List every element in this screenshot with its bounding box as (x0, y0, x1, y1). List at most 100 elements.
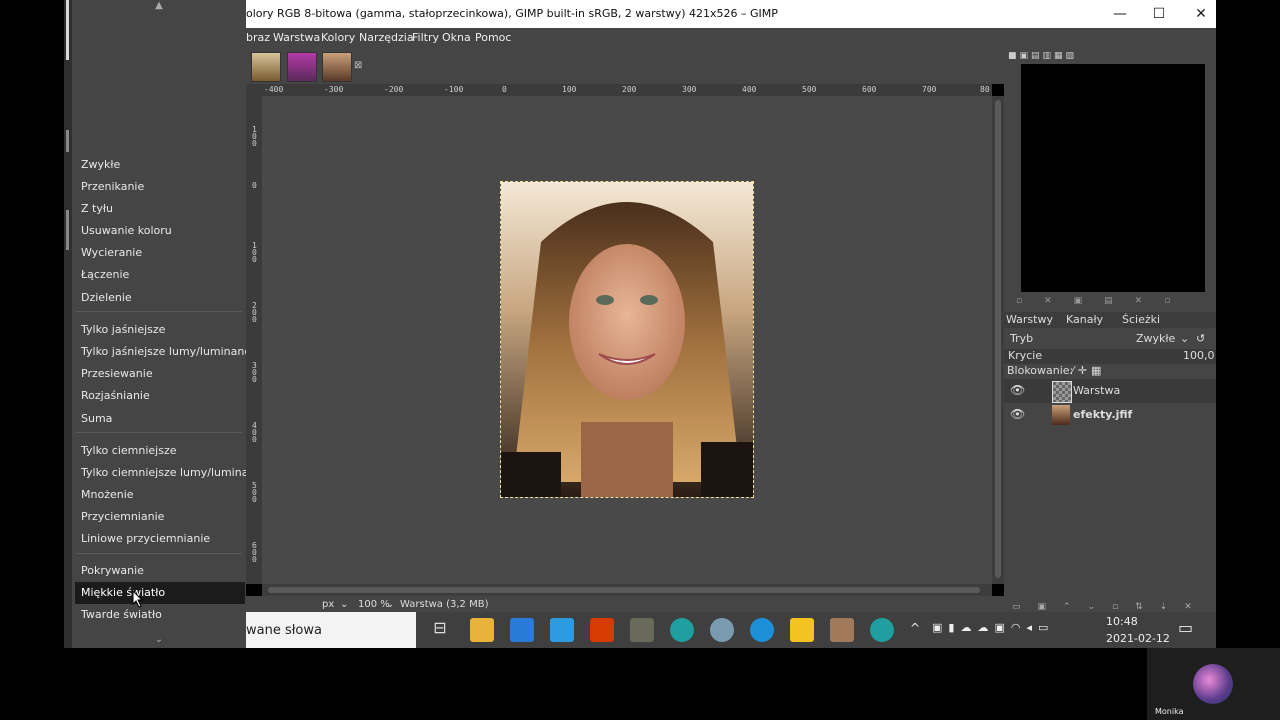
menu-tools[interactable]: Narzędzia (359, 31, 414, 44)
blend-item[interactable]: Dzielenie (75, 287, 245, 309)
window-title: olory RGB 8-bitowa (gamma, stałoprzecink… (246, 7, 778, 20)
blend-item[interactable]: Tylko ciemniejsze (75, 440, 245, 462)
close-button[interactable]: ✕ (1181, 4, 1221, 24)
image-tab-thumbnail[interactable] (251, 52, 281, 82)
edge-icon[interactable] (670, 618, 694, 642)
channels-tab[interactable]: Kanały (1066, 313, 1103, 326)
blend-item[interactable]: Tylko ciemniejsze lumy/luminancji (75, 462, 268, 484)
blend-item[interactable]: Zwykłe (75, 154, 245, 176)
menu-colors[interactable]: Kolory (321, 31, 355, 44)
menu-bar: braz Warstwa Kolory Narzędzia Filtry Okn… (246, 28, 1216, 48)
menu-windows[interactable]: Okna (442, 31, 471, 44)
gimp-icon[interactable] (630, 618, 654, 642)
app-icon[interactable] (710, 618, 734, 642)
edge-marker (66, 210, 69, 250)
blend-item[interactable]: Usuwanie koloru (75, 220, 245, 242)
chevron-down-icon[interactable]: ⌄ (1180, 332, 1189, 345)
eye-icon[interactable]: 👁 (1010, 383, 1025, 397)
blend-item[interactable]: Przenikanie (75, 176, 245, 198)
close-tab-icon[interactable]: ⊠ (354, 60, 362, 71)
clock-date[interactable]: 2021-02-12 (1106, 632, 1170, 645)
scroll-thumb[interactable] (268, 587, 980, 593)
chevron-down-icon[interactable]: ⌄ (340, 599, 348, 610)
blend-item[interactable]: Twarde światło (75, 604, 245, 626)
dock-tab-icons[interactable]: ■▣▤▥▦▧ (1008, 51, 1077, 61)
scroll-thumb[interactable] (66, 0, 69, 60)
store-icon[interactable] (510, 618, 534, 642)
blend-item[interactable]: Łączenie (75, 264, 245, 286)
ruler-label: 1 0 0 (252, 241, 257, 264)
blend-item[interactable]: Tylko jaśniejsze lumy/luminancji (75, 341, 257, 363)
minimize-button[interactable]: — (1100, 4, 1140, 24)
menu-image[interactable]: braz (246, 31, 270, 44)
preview-toolbar-icons[interactable]: ▫✕▣▤✕▫ (1016, 296, 1208, 306)
opacity-row[interactable]: Krycie 100,0 (1004, 349, 1216, 364)
menu-scroll-up-icon[interactable]: ▲ (72, 0, 246, 12)
layer-thumbnail (1052, 405, 1070, 425)
navigation-preview[interactable] (1021, 64, 1205, 292)
tray-chevron-icon[interactable]: ^ (910, 621, 920, 635)
blend-item[interactable]: Pokrywanie (75, 560, 245, 582)
file-explorer-icon[interactable] (470, 618, 494, 642)
notifications-icon[interactable]: ▭ (1178, 618, 1193, 637)
ruler-corner[interactable] (246, 84, 262, 96)
layer-name[interactable]: Warstwa (1073, 384, 1120, 397)
blend-item[interactable]: Liniowe przyciemnianie (75, 528, 245, 550)
mode-select[interactable]: Zwykłe (1136, 332, 1175, 345)
layer-name[interactable]: efekty.jfif (1073, 408, 1132, 421)
zoom-select[interactable]: 100 % (358, 599, 390, 610)
window-titlebar: olory RGB 8-bitowa (gamma, stałoprzecink… (246, 0, 1216, 28)
reset-icon[interactable]: ↺ (1196, 332, 1205, 345)
menu-filters[interactable]: Filtry (412, 31, 439, 44)
mail-icon[interactable] (550, 618, 574, 642)
photo-portrait[interactable] (500, 181, 754, 498)
ruler-label: 1 0 0 (252, 125, 257, 148)
avatar (1193, 664, 1233, 704)
layers-tab[interactable]: Warstwy (1006, 313, 1053, 326)
eye-icon[interactable]: 👁 (1010, 407, 1025, 421)
blend-item[interactable]: Rozjaśnianie (75, 385, 245, 407)
clock-time[interactable]: 10:48 (1106, 615, 1138, 628)
blend-item[interactable]: Wycieranie (75, 242, 245, 264)
blend-item[interactable]: Tylko jaśniejsze (75, 319, 245, 341)
blend-item[interactable]: Przyciemnianie (75, 506, 245, 528)
layer-toolbar-icons[interactable]: ▭▣⌃⌄▫⇅⇣✕ (1012, 602, 1212, 612)
blend-item[interactable]: Z tyłu (75, 198, 245, 220)
tray-icons[interactable]: ▣▮☁☁▣◠◂▭ (932, 621, 1054, 634)
gimp-window-icon[interactable] (830, 618, 854, 642)
office-icon[interactable] (590, 618, 614, 642)
chevron-down-icon[interactable]: ⌄ (386, 599, 394, 610)
blend-item[interactable]: Mnożenie (75, 484, 245, 506)
opacity-value[interactable]: 100,0 (1183, 349, 1215, 362)
task-view-icon[interactable]: ⊟ (428, 618, 452, 642)
ruler-label: 600 (862, 85, 877, 94)
dock-tabs: Warstwy Kanały Ścieżki (1004, 312, 1216, 328)
layer-row[interactable]: 👁 Warstwa (1004, 379, 1216, 403)
ruler-label: 500 (802, 85, 817, 94)
scroll-thumb[interactable] (995, 100, 1001, 578)
unit-select[interactable]: px (322, 599, 334, 610)
maximize-button[interactable]: ☐ (1139, 4, 1179, 24)
blend-item[interactable]: Suma (75, 408, 245, 430)
layer-row[interactable]: 👁 efekty.jfif (1004, 403, 1216, 427)
search-input[interactable]: wane słowa (246, 623, 322, 638)
notes-icon[interactable] (790, 618, 814, 642)
menu-scroll-down-icon[interactable]: ⌄ (72, 634, 246, 646)
layer-thumbnail (1052, 381, 1072, 403)
blend-item-selected[interactable]: Miękkie światło (75, 582, 245, 604)
lock-icons[interactable]: ⁄✛▦ (1072, 364, 1105, 377)
blend-item[interactable]: Przesiewanie (75, 363, 245, 385)
image-tab-thumbnail[interactable] (287, 52, 317, 82)
vertical-ruler: 1 0 0 0 1 0 0 2 0 0 3 0 0 4 0 0 5 0 0 6 … (246, 96, 263, 584)
vertical-scrollbar[interactable] (992, 96, 1004, 584)
taskbar-search[interactable]: wane słowa (246, 612, 416, 648)
horizontal-scrollbar[interactable] (262, 584, 992, 596)
paths-tab[interactable]: Ścieżki (1122, 313, 1160, 326)
app-icon[interactable] (750, 618, 774, 642)
edge-marker (66, 130, 69, 152)
edge-icon[interactable] (870, 618, 894, 642)
menu-help[interactable]: Pomoc (475, 31, 511, 44)
ruler-label: 5 0 0 (252, 481, 257, 504)
menu-layer[interactable]: Warstwa (273, 31, 320, 44)
image-tab-thumbnail[interactable] (322, 52, 352, 82)
